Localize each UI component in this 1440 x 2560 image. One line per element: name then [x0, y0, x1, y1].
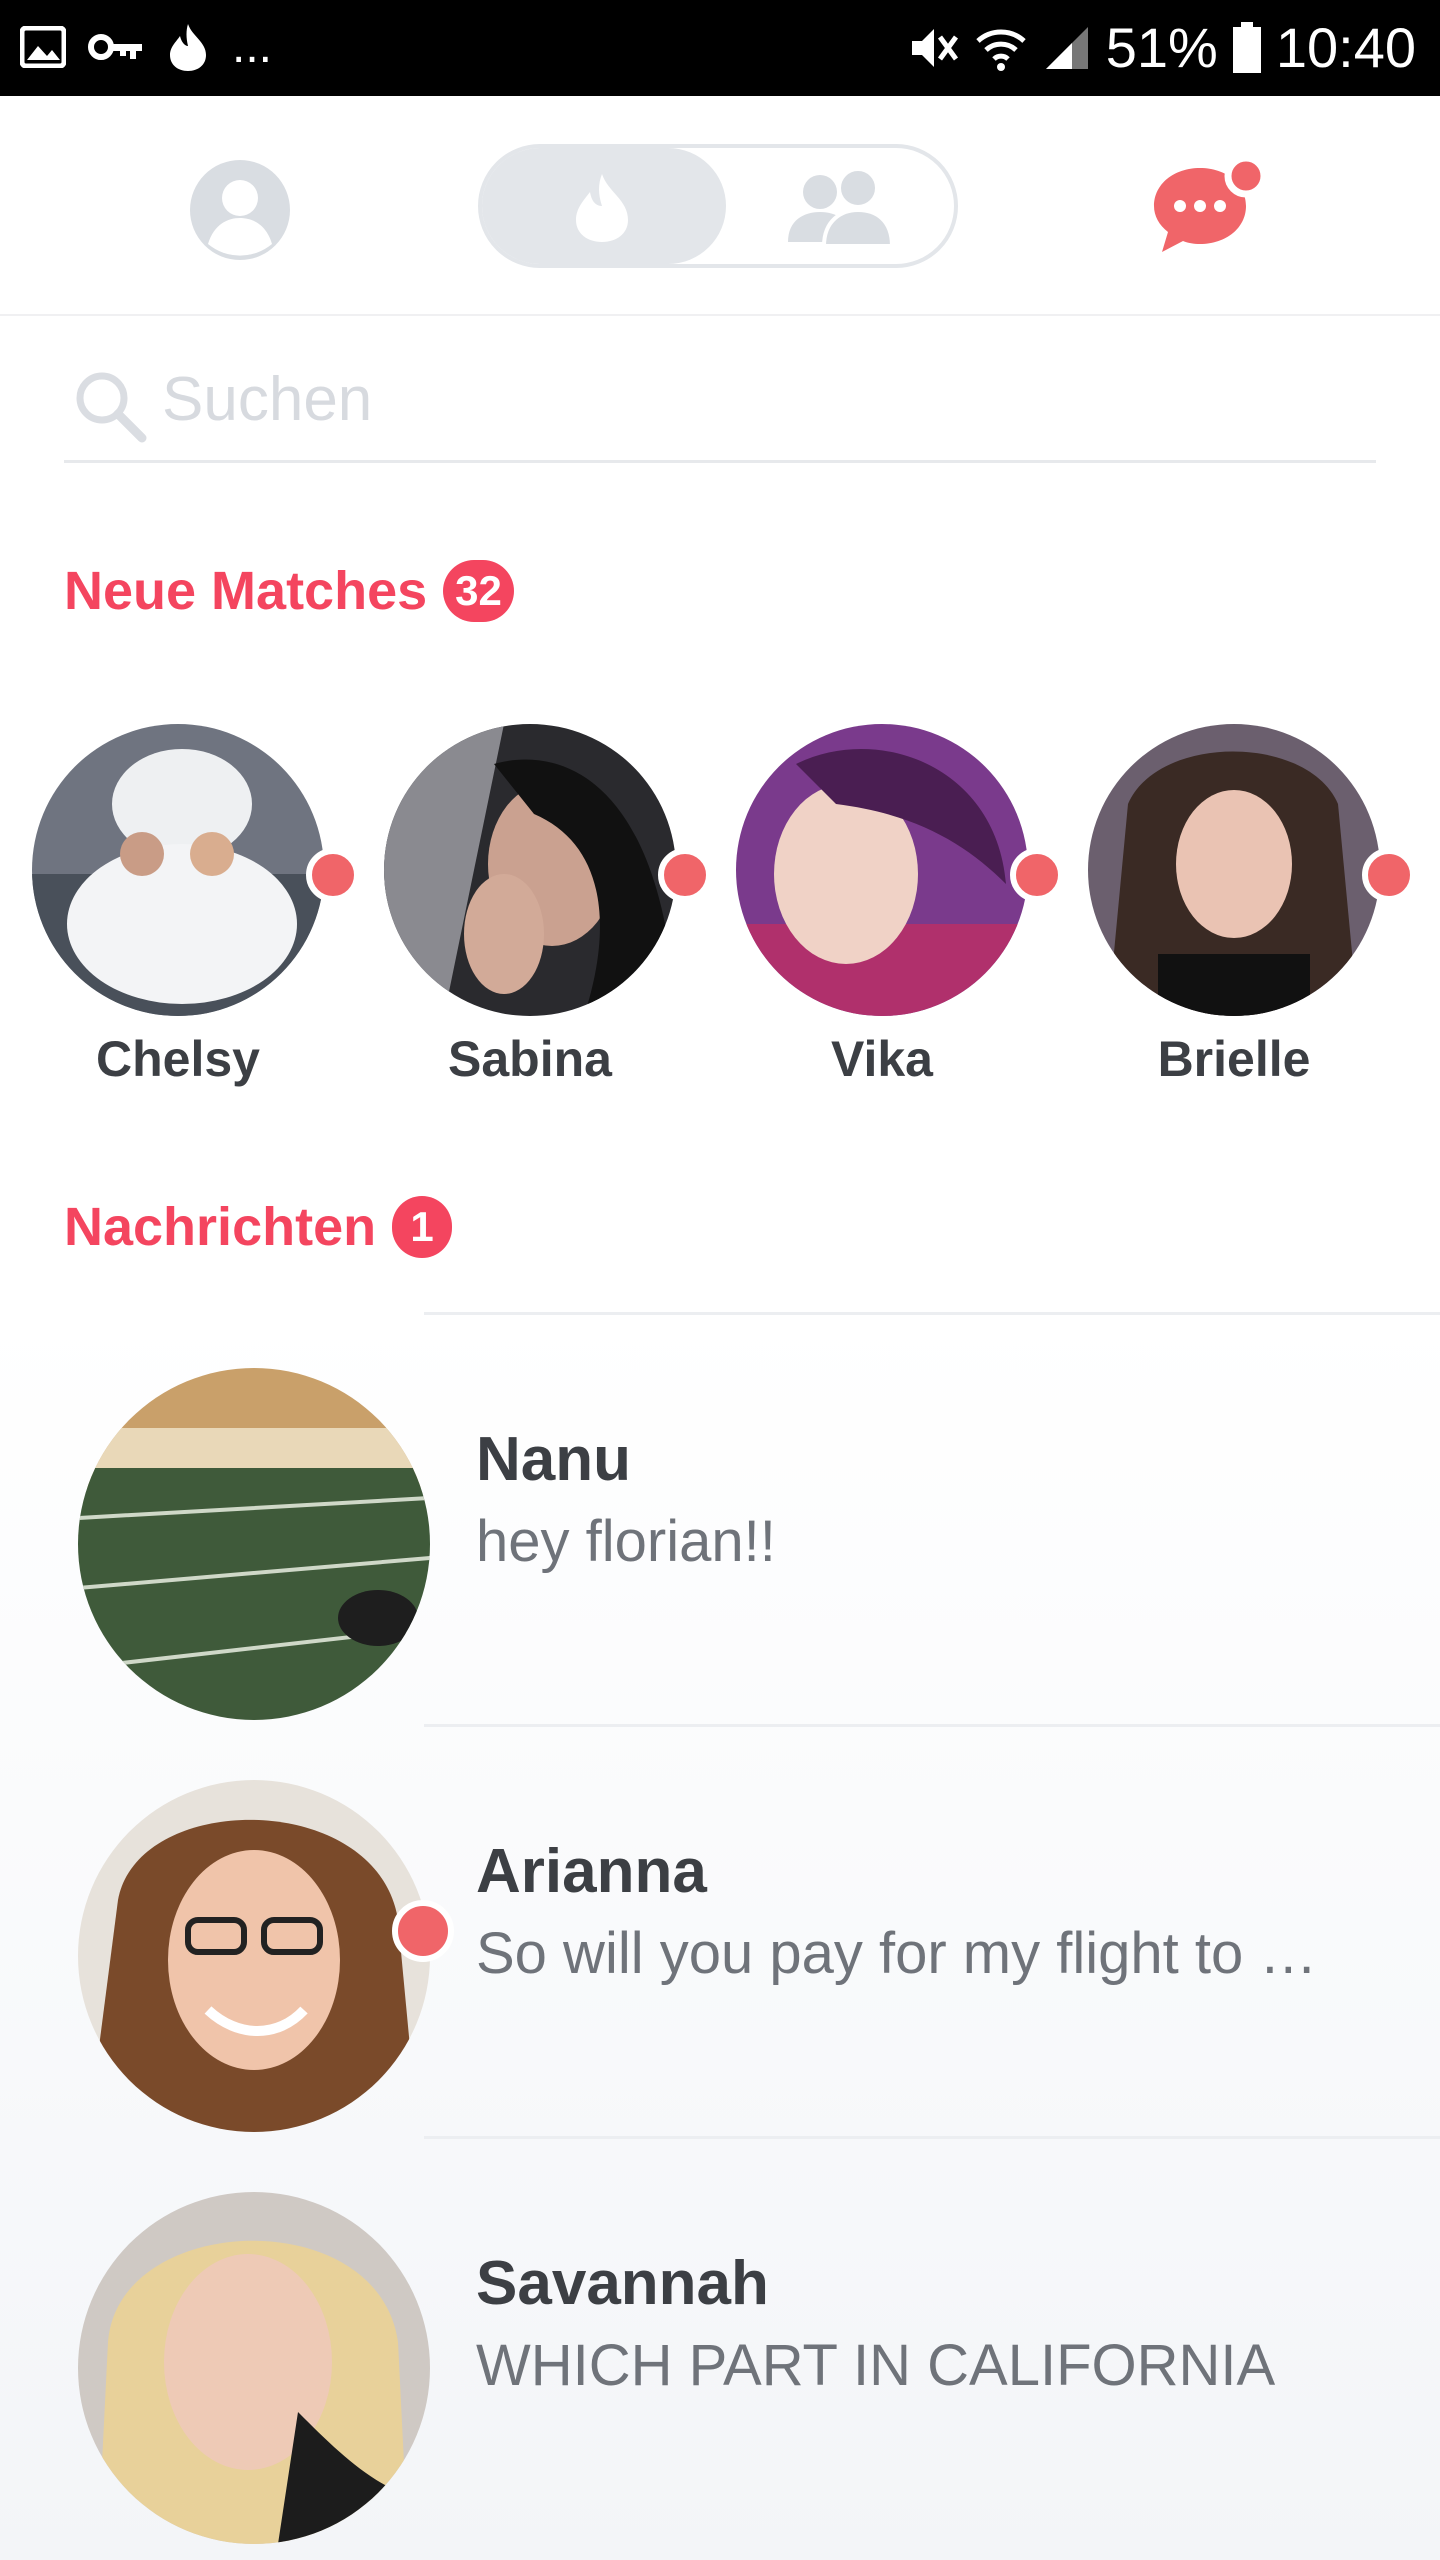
match-avatar[interactable] [1088, 724, 1380, 1016]
conversation-avatar[interactable] [78, 1780, 430, 2132]
conversation-name: Arianna [476, 1837, 707, 1906]
mode-toggle[interactable] [478, 144, 958, 268]
new-match-dot [1010, 848, 1064, 902]
messages-button[interactable] [1150, 154, 1270, 264]
signal-icon [1045, 27, 1088, 69]
match-name: Vika [831, 1031, 933, 1087]
conversation-row[interactable]: Savannah WHICH PART IN CALIFORNIA [0, 2136, 1440, 2548]
match-name: Brielle [1157, 1031, 1311, 1087]
conversation-row[interactable]: Nanu hey florian!! [0, 1312, 1440, 1724]
match-photo [384, 724, 676, 1016]
chat-icon [1154, 154, 1268, 252]
search-icon [76, 372, 147, 443]
conversation-photo [78, 1780, 430, 2132]
status-right: 51% 10:40 [908, 14, 1416, 82]
match-avatar[interactable] [384, 724, 676, 1016]
messages-count-badge: 1 [392, 1196, 453, 1258]
top-navigation [0, 96, 1440, 316]
match-avatar[interactable] [32, 724, 324, 1016]
status-more: ... [232, 20, 273, 73]
clock: 10:40 [1275, 16, 1416, 79]
conversation-photo [78, 1368, 430, 1720]
messages-list: Nanu hey florian!! Arianna So will you p… [0, 1312, 1440, 2560]
match-name: Chelsy [96, 1031, 260, 1087]
battery-percent: 51% [1105, 16, 1218, 79]
conversation-preview: WHICH PART IN CALIFORNIA [476, 2333, 1276, 2398]
profile-button[interactable] [188, 158, 292, 262]
new-matches-header: Neue Matches 32 [64, 560, 514, 622]
match-name: Sabina [448, 1031, 612, 1087]
new-match-dot [1362, 848, 1416, 902]
key-icon [88, 34, 142, 60]
battery-icon [1232, 22, 1261, 73]
group-icon[interactable] [780, 166, 900, 250]
match-photo [1088, 724, 1380, 1016]
row-divider [424, 1724, 1440, 1727]
new-match-dot [658, 848, 712, 902]
conversation-avatar[interactable] [78, 2192, 430, 2544]
wifi-icon [976, 29, 1026, 71]
conversation-preview: So will you pay for my flight to … [476, 1921, 1318, 1986]
row-divider [424, 1312, 1440, 1315]
status-left: ... [20, 22, 272, 72]
flame-icon [170, 24, 206, 71]
messages-header: Nachrichten 1 [64, 1196, 453, 1258]
match-photo [736, 724, 1028, 1016]
flame-icon [576, 174, 628, 242]
conversation-name: Savannah [476, 2249, 769, 2318]
row-divider [424, 2136, 1440, 2139]
status-bar: ... 51% 10:40 [0, 0, 1440, 96]
match-avatar[interactable] [736, 724, 1028, 1016]
conversation-photo [78, 2192, 430, 2544]
search-bar [64, 340, 1376, 463]
new-matches-title: Neue Matches [64, 561, 428, 621]
new-match-dot [306, 848, 360, 902]
picture-icon [20, 26, 66, 68]
conversation-avatar[interactable] [78, 1368, 430, 1720]
mute-icon [911, 29, 958, 67]
messages-title: Nachrichten [64, 1197, 377, 1257]
new-matches-count-badge: 32 [443, 560, 514, 622]
conversation-name: Nanu [476, 1425, 631, 1494]
conversation-preview: hey florian!! [476, 1509, 776, 1574]
conversation-row[interactable]: Arianna So will you pay for my flight to… [0, 1724, 1440, 2136]
search-input[interactable] [160, 356, 1264, 442]
profile-icon [190, 160, 290, 260]
match-photo [32, 724, 324, 1016]
unread-dot [392, 1900, 454, 1962]
